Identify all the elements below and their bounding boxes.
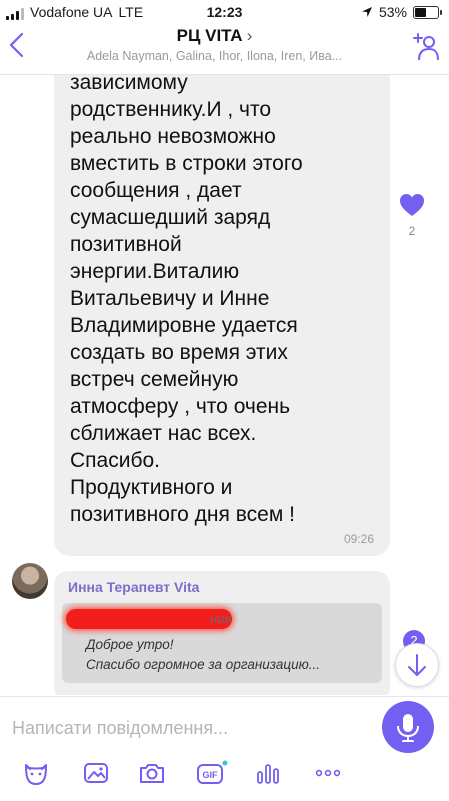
quote-line: Спасибо огромное за организацию... <box>86 657 321 672</box>
sticker-icon[interactable] <box>22 759 50 787</box>
heart-icon <box>400 194 424 216</box>
redaction-mark <box>66 609 232 629</box>
poll-icon[interactable] <box>254 759 282 787</box>
svg-text:GIF: GIF <box>203 770 219 780</box>
back-chevron-icon[interactable] <box>6 30 28 60</box>
quote-author-tail: ния <box>210 611 232 626</box>
composer-toolbar: GIF <box>0 759 449 789</box>
gif-icon[interactable]: GIF <box>196 759 228 787</box>
status-bar: Vodafone UA LTE 12:23 53% <box>0 0 449 24</box>
chat-title: РЦ VITA › <box>40 26 389 46</box>
reply-message-bubble[interactable]: Инна Терапевт Vita ния Доброе утро! Спас… <box>54 571 390 695</box>
chat-title-text: РЦ VITA <box>176 26 242 45</box>
chat-title-area[interactable]: РЦ VITA › Adela Nayman, Galina, Ihor, Il… <box>40 26 389 63</box>
message-list[interactable]: зависимому родственнику.И , что реально … <box>0 75 449 695</box>
message-bubble[interactable]: зависимому родственнику.И , что реально … <box>54 75 390 556</box>
arrow-down-icon <box>408 654 426 676</box>
message-time: 09:26 <box>343 532 374 546</box>
quote-line: Доброе утро! <box>86 637 174 652</box>
location-arrow-icon <box>361 7 372 17</box>
like-button[interactable]: 2 <box>397 193 427 238</box>
message-text: зависимому родственнику.И , что реально … <box>70 75 303 526</box>
sender-name[interactable]: Инна Терапевт Vita <box>68 579 199 595</box>
battery-icon <box>413 5 442 19</box>
add-participant-icon[interactable] <box>411 30 439 62</box>
composer: GIF <box>0 696 449 801</box>
camera-icon[interactable] <box>138 759 166 787</box>
voice-message-button[interactable] <box>382 701 434 753</box>
chat-header: РЦ VITA › Adela Nayman, Galina, Ihor, Il… <box>0 24 449 75</box>
gallery-icon[interactable] <box>82 759 110 787</box>
more-options-icon[interactable] <box>314 759 342 787</box>
title-chevron-icon: › <box>246 26 253 45</box>
scroll-down-button[interactable] <box>395 643 439 687</box>
avatar[interactable] <box>12 563 48 599</box>
quoted-message[interactable]: ния Доброе утро! Спасибо огромное за орг… <box>62 603 382 683</box>
like-count: 2 <box>408 224 416 238</box>
message-input[interactable] <box>10 707 374 749</box>
battery-percent: 53% <box>378 4 407 20</box>
microphone-icon <box>397 714 419 742</box>
members-list: Adela Nayman, Galina, Ihor, Ilona, Iren,… <box>86 49 343 63</box>
status-right: 53% <box>361 4 442 20</box>
